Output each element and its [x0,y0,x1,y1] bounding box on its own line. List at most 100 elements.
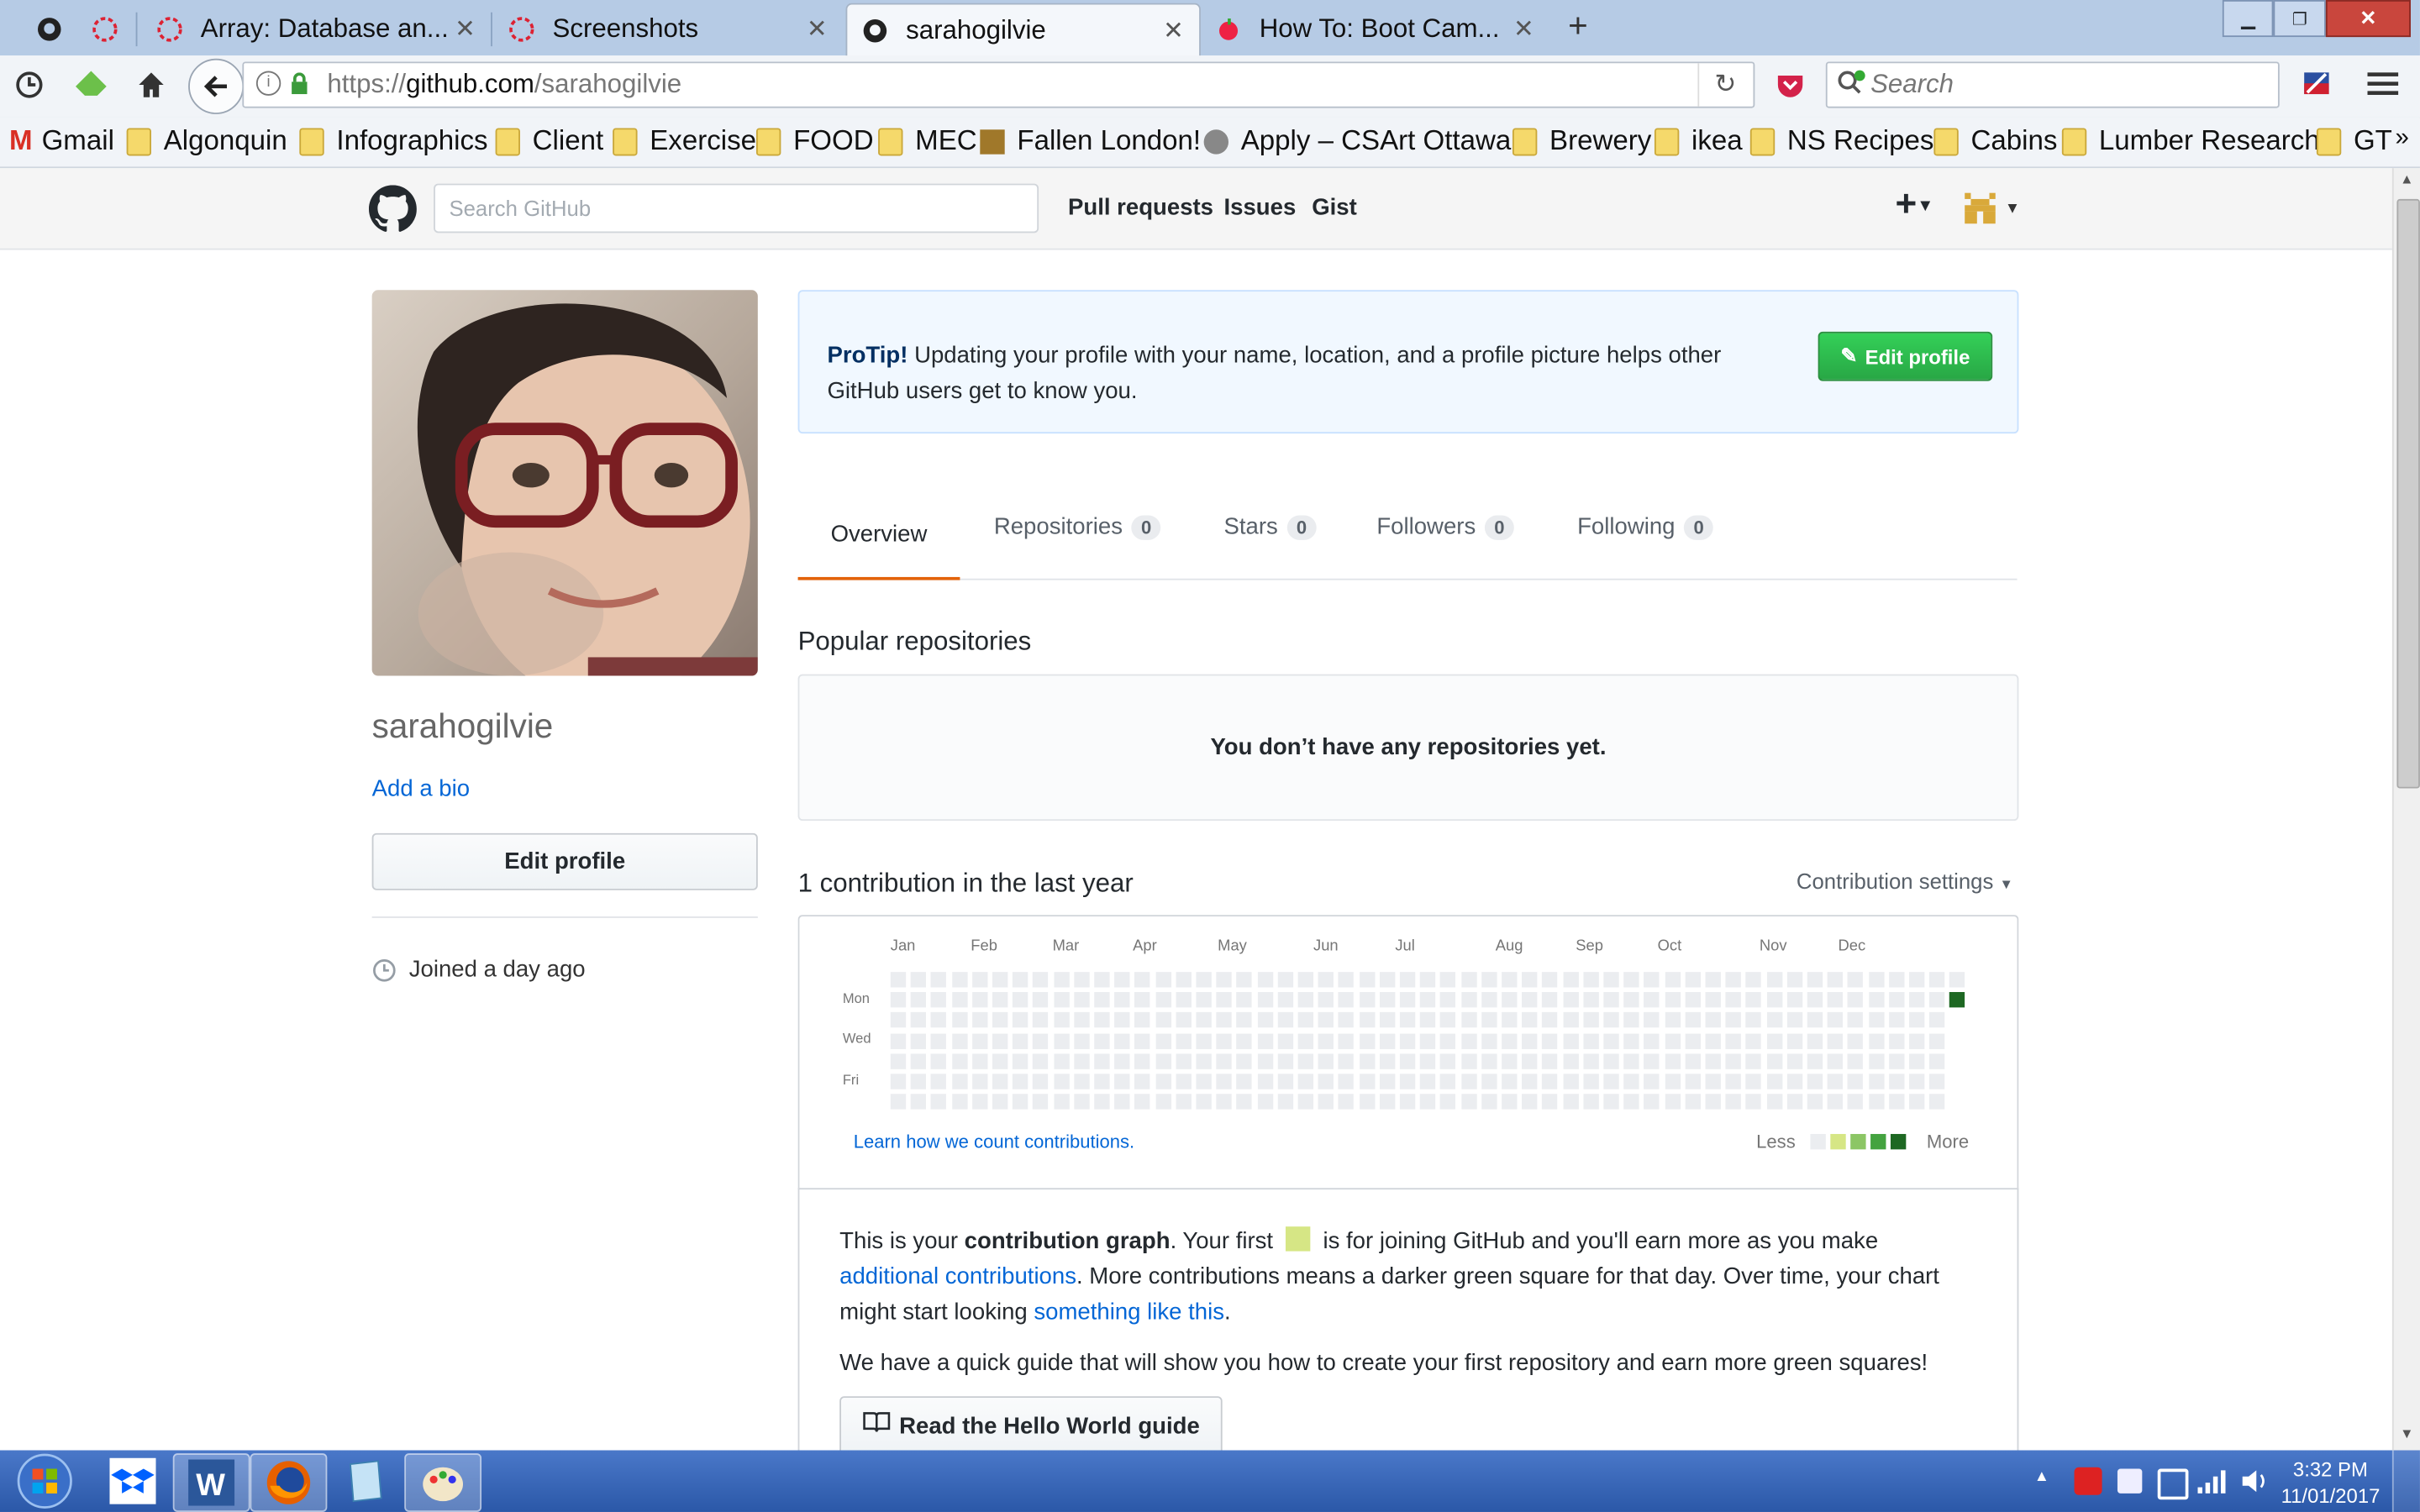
contribution-day[interactable] [992,972,1008,988]
tray-dropbox-icon[interactable] [2117,1468,2143,1494]
taskbar-firefox[interactable] [250,1453,328,1512]
contribution-day[interactable] [1013,1032,1028,1049]
contribution-day[interactable] [1033,972,1049,988]
contribution-day[interactable] [1908,1053,1925,1069]
contribution-day[interactable] [1522,1032,1538,1049]
contribution-day[interactable] [1583,1094,1599,1110]
contribution-day[interactable] [910,1012,927,1028]
contribution-day[interactable] [1888,972,1905,988]
contribution-day[interactable] [1155,1032,1171,1049]
contribution-day[interactable] [1725,1074,1742,1089]
contribution-day[interactable] [890,1032,907,1049]
contribution-day[interactable] [1766,992,1782,1008]
create-new-plus-icon[interactable]: +▼ [1895,184,1933,227]
contribution-day[interactable] [1827,1094,1844,1110]
contribution-day[interactable] [1908,1094,1925,1110]
contribution-day[interactable] [1888,1094,1905,1110]
contribution-day[interactable] [1460,1094,1476,1110]
contribution-day[interactable] [1766,1094,1782,1110]
contribution-day[interactable] [1746,1094,1762,1110]
contribution-day[interactable] [1440,1032,1456,1049]
close-icon[interactable]: ✕ [807,14,828,45]
contribution-day[interactable] [992,1032,1008,1049]
contribution-day[interactable] [1399,992,1416,1008]
contribution-day[interactable] [1196,992,1212,1008]
nav-pull-requests[interactable]: Pull requests [1068,194,1213,220]
contribution-day[interactable] [1155,1053,1171,1069]
contribution-day[interactable] [1318,1094,1334,1110]
contribution-day[interactable] [1807,1032,1823,1049]
contribution-day[interactable] [1013,1074,1028,1089]
contribution-day[interactable] [1155,1094,1171,1110]
contribution-day[interactable] [931,972,947,988]
contribution-day[interactable] [1562,1012,1579,1028]
contribution-day[interactable] [1929,1012,1945,1028]
scrollbar-thumb[interactable] [2396,198,2420,789]
contribution-day[interactable] [1196,1032,1212,1049]
contribution-day[interactable] [1359,1053,1375,1069]
contribution-day[interactable] [1705,972,1721,988]
home-icon[interactable] [136,70,167,101]
contribution-day[interactable] [1827,1032,1844,1049]
contribution-day[interactable] [1134,1012,1151,1028]
contribution-settings-dropdown[interactable]: Contribution settings ▼ [1797,869,2013,893]
contribution-day[interactable] [1114,1094,1130,1110]
contribution-day[interactable] [1848,1032,1864,1049]
contribution-day[interactable] [1868,972,1884,988]
contribution-day[interactable] [1603,992,1619,1008]
start-button[interactable] [9,1450,80,1511]
contribution-day[interactable] [1929,1032,1945,1049]
contribution-day[interactable] [1033,1012,1049,1028]
contribution-day[interactable] [1176,1074,1192,1089]
contribution-day[interactable] [1216,1074,1233,1089]
contribution-day[interactable] [1786,1053,1802,1069]
contribution-day[interactable] [1196,972,1212,988]
page-scrollbar[interactable]: ▲ ▼ [2391,168,2420,1451]
close-icon[interactable]: ✕ [1513,14,1534,45]
contribution-day[interactable] [910,992,927,1008]
contribution-day[interactable] [1013,1012,1028,1028]
contribution-day[interactable] [1542,992,1558,1008]
contribution-day[interactable] [1746,1074,1762,1089]
contribution-day[interactable] [1746,972,1762,988]
contribution-day[interactable] [910,1074,927,1089]
show-desktop-button[interactable] [2391,1450,2420,1512]
contribution-day[interactable] [1399,1053,1416,1069]
contribution-day[interactable] [1297,1094,1314,1110]
contribution-day[interactable] [1277,1094,1293,1110]
contribution-day[interactable] [931,1074,947,1089]
contribution-day[interactable] [1318,1074,1334,1089]
contribution-day[interactable] [1868,992,1884,1008]
contribution-day[interactable] [1807,1094,1823,1110]
contribution-day[interactable] [1460,1053,1476,1069]
tray-clock[interactable]: 3:32 PM 11/01/2017 [2281,1457,2381,1509]
tray-volume-icon[interactable] [2241,1469,2269,1502]
contribution-day[interactable] [1236,992,1253,1008]
contribution-day[interactable] [1277,1053,1293,1069]
contribution-day[interactable] [1379,1032,1396,1049]
contribution-day[interactable] [1623,1012,1639,1028]
contribution-day[interactable] [910,1094,927,1110]
contribution-day[interactable] [1013,1053,1028,1069]
contribution-day[interactable] [1420,1074,1436,1089]
contribution-day[interactable] [1073,992,1090,1008]
contribution-day[interactable] [1562,992,1579,1008]
contribution-day[interactable] [1134,1094,1151,1110]
tab-screenshots[interactable]: Screenshots ✕ [494,3,843,55]
contribution-day[interactable] [1033,1094,1049,1110]
bookmark-gmail[interactable]: M Gmail [9,125,114,158]
contribution-day[interactable] [1929,992,1945,1008]
contribution-day[interactable] [1318,1012,1334,1028]
contribution-day[interactable] [1297,992,1314,1008]
tab-overview[interactable]: Overview [797,492,960,580]
contribution-day[interactable] [1399,1074,1416,1089]
contribution-day[interactable] [992,1053,1008,1069]
contribution-day[interactable] [1665,1012,1681,1028]
contribution-day[interactable] [1359,1032,1375,1049]
contribution-day[interactable] [1502,1012,1518,1028]
contribution-day[interactable] [1665,972,1681,988]
contribution-day[interactable] [1542,1053,1558,1069]
contribution-day[interactable] [1481,1012,1497,1028]
contribution-day[interactable] [1013,992,1028,1008]
contribution-day[interactable] [1134,972,1151,988]
